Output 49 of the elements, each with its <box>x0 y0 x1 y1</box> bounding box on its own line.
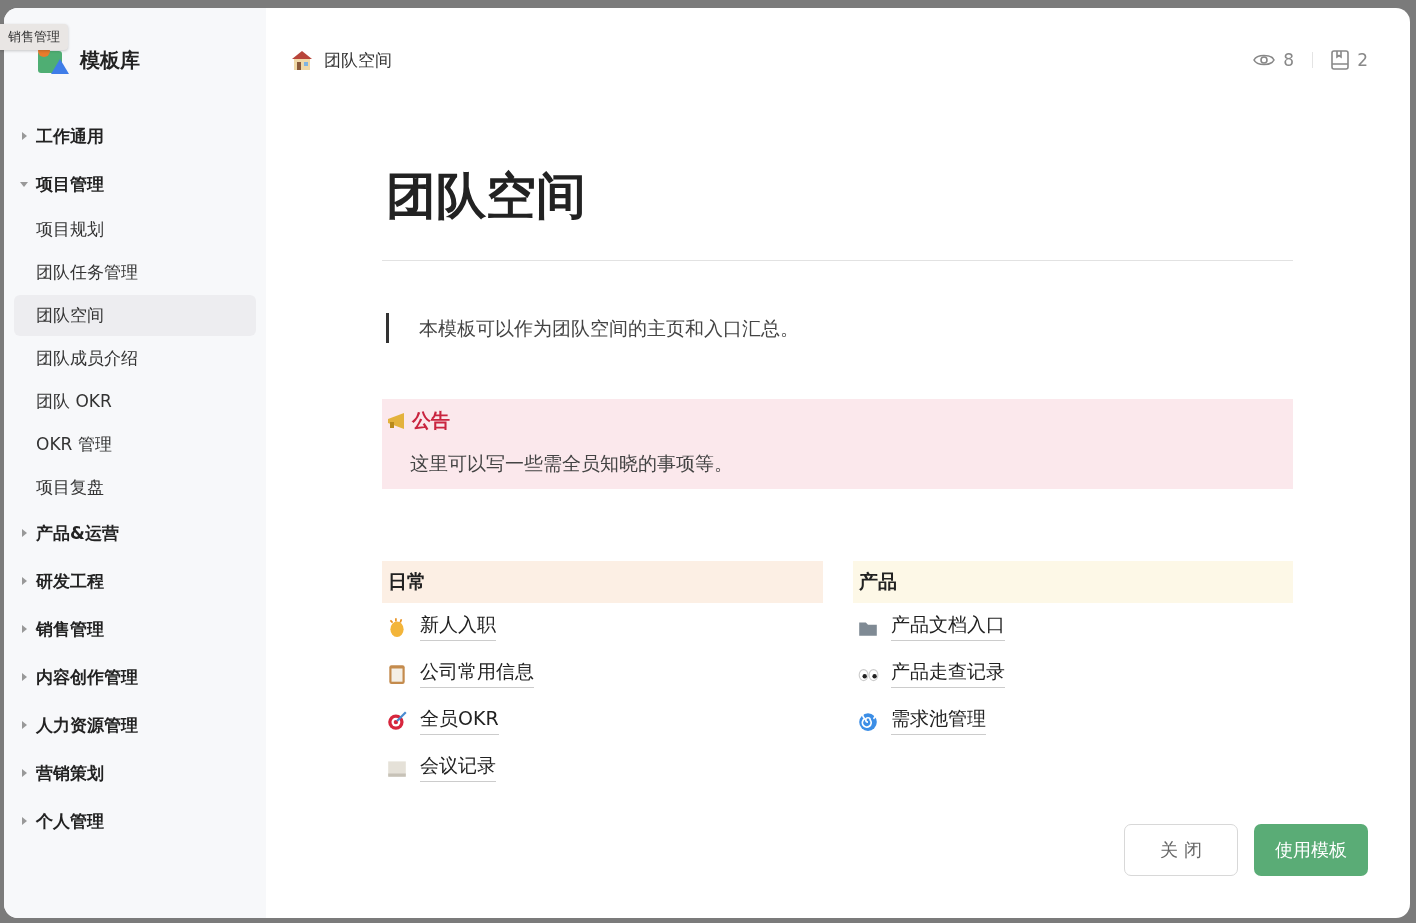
callout-text: 这里可以写一些需全员知晓的事项等。 <box>410 451 734 476</box>
clipboard-icon <box>386 662 408 685</box>
target-icon <box>386 709 408 732</box>
page-link[interactable]: 产品文档入口 <box>890 612 1005 641</box>
page-link[interactable]: 需求池管理 <box>890 706 986 735</box>
page-link[interactable]: 会议记录 <box>420 753 496 782</box>
sidebar-title: 模板库 <box>80 46 140 74</box>
close-button[interactable]: 关 闭 <box>1124 824 1238 876</box>
eye-icon <box>1253 52 1276 68</box>
template-item[interactable]: OKR 管理 <box>14 424 256 465</box>
category-item[interactable]: 内容创作管理 <box>14 653 256 701</box>
save-count: 2 <box>1357 50 1368 70</box>
caret-icon <box>20 529 28 537</box>
breadcrumb: 团队空间 <box>324 48 392 72</box>
category-item[interactable]: 研发工程 <box>14 557 256 605</box>
category-item[interactable]: 营销策划 <box>14 749 256 797</box>
category-item[interactable]: 人力资源管理 <box>14 701 256 749</box>
template-item[interactable]: 团队 OKR <box>14 381 256 422</box>
tooltip: 销售管理 <box>0 24 68 50</box>
caret-icon <box>20 180 28 188</box>
callout-title: 公告 <box>412 408 450 433</box>
column-heading: 产品 <box>852 561 1293 603</box>
caret-icon <box>20 769 28 777</box>
caret-icon <box>20 673 28 681</box>
page-title: 团队空间 <box>386 166 587 227</box>
category-item[interactable]: 项目管理 <box>14 160 256 208</box>
caret-icon <box>20 132 28 140</box>
caret-icon <box>20 577 28 585</box>
view-count: 8 <box>1283 50 1295 70</box>
category-item[interactable]: 工作通用 <box>14 112 256 160</box>
page-link[interactable]: 全员OKR <box>420 706 499 735</box>
category-item[interactable]: 产品&运营 <box>14 509 256 557</box>
caret-icon <box>20 625 28 633</box>
template-item[interactable]: 项目复盘 <box>14 467 256 508</box>
page-link[interactable]: 公司常用信息 <box>420 659 534 688</box>
caret-icon <box>20 721 28 729</box>
template-item[interactable]: 团队成员介绍 <box>14 338 256 379</box>
category-item[interactable]: 个人管理 <box>14 797 256 845</box>
caret-icon <box>20 817 28 825</box>
page-link[interactable]: 产品走查记录 <box>890 659 1005 688</box>
category-item[interactable]: 销售管理 <box>14 605 256 653</box>
template-item[interactable]: 团队任务管理 <box>14 252 256 293</box>
template-item[interactable]: 团队空间 <box>14 295 256 336</box>
column-heading: 日常 <box>382 561 823 603</box>
house-icon <box>290 49 314 71</box>
bookmark-icon <box>1331 50 1350 70</box>
quote-text: 本模板可以作为团队空间的主页和入口汇总。 <box>386 313 1293 343</box>
template-item[interactable]: 项目规划 <box>14 209 256 250</box>
page-link[interactable]: 新人入职 <box>420 612 496 641</box>
